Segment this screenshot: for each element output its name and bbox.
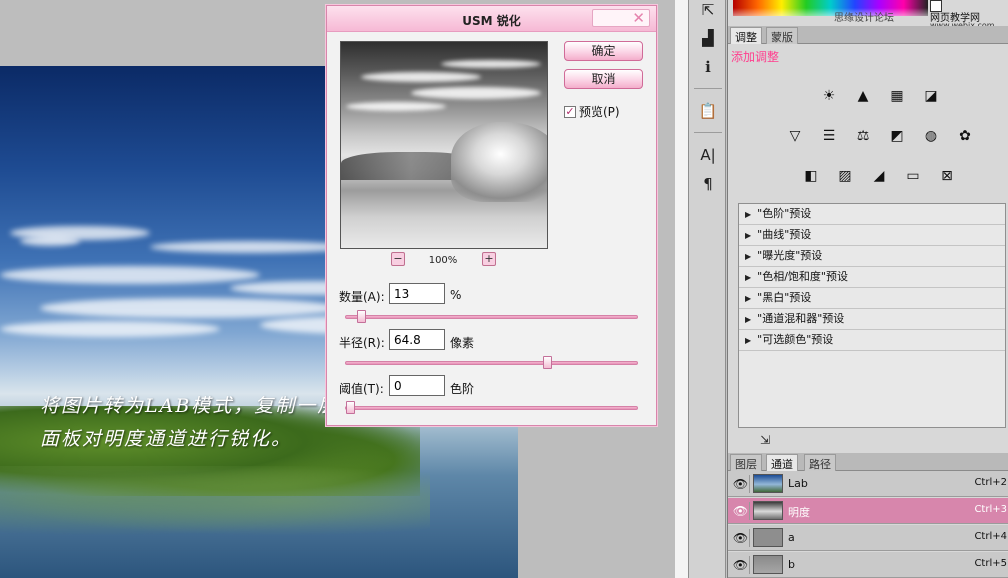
visibility-eye-icon[interactable]: 👁	[732, 556, 750, 574]
channel-shortcut: Ctrl+5	[974, 558, 1007, 569]
channel-shortcut: Ctrl+4	[974, 531, 1007, 542]
preset-hue-saturation[interactable]: ▶ "色相/饱和度"预设	[739, 267, 1005, 288]
ok-button[interactable]: 确定	[564, 41, 643, 61]
amount-label: 数量(A):	[339, 290, 385, 304]
threshold-slider-thumb[interactable]	[346, 401, 355, 414]
exposure-icon[interactable]: ◪	[920, 86, 942, 106]
zoom-out-button[interactable]: −	[391, 252, 405, 266]
zoom-level: 100%	[428, 255, 458, 266]
expand-arrow-icon: ▶	[745, 231, 752, 240]
histogram-icon[interactable]: ▟	[697, 28, 719, 48]
channel-row-lab[interactable]: 👁 Lab Ctrl+2	[728, 471, 1008, 497]
amount-slider-thumb[interactable]	[357, 310, 366, 323]
black-white-icon[interactable]: ◩	[886, 126, 908, 146]
preset-list: ▶ "色阶"预设 ▶ "曲线"预设 ▶ "曝光度"预设 ▶ "色相/饱和度"预设 ▶ "黑…	[738, 203, 1006, 428]
radius-slider[interactable]	[345, 356, 638, 369]
close-button[interactable]: ✕	[592, 9, 650, 27]
radius-slider-thumb[interactable]	[543, 356, 552, 369]
info-icon[interactable]: ℹ	[697, 57, 719, 77]
channel-name: b	[788, 558, 795, 571]
threshold-input[interactable]	[389, 375, 445, 396]
threshold-slider[interactable]	[345, 401, 638, 414]
radius-unit: 像素	[450, 336, 475, 350]
cancel-button[interactable]: 取消	[564, 69, 643, 89]
preset-exposure[interactable]: ▶ "曝光度"预设	[739, 246, 1005, 267]
radius-label: 半径(R):	[339, 336, 385, 350]
hue-saturation-icon[interactable]: ☰	[818, 126, 840, 146]
channel-thumbnail	[753, 474, 783, 493]
tab-masks[interactable]: 蒙版	[766, 27, 798, 44]
visibility-eye-icon[interactable]: 👁	[732, 475, 750, 493]
selective-color-icon[interactable]: ⊠	[936, 166, 958, 186]
channel-name: Lab	[788, 477, 808, 490]
add-adjustment-title: 添加调整	[731, 50, 780, 64]
levels-icon[interactable]: ▲	[852, 86, 874, 106]
threshold-label: 阈值(T):	[339, 382, 384, 396]
expand-arrow-icon: ▶	[745, 336, 752, 345]
brightness-icon[interactable]: ☀	[818, 86, 840, 106]
amount-input[interactable]	[389, 283, 445, 304]
caption-line-2: 面板对明度通道进行锐化。	[40, 428, 293, 450]
adjust-tabs: 调整 蒙版	[728, 26, 1008, 44]
preset-channel-mixer[interactable]: ▶ "通道混和器"预设	[739, 309, 1005, 330]
photo-filter-icon[interactable]: ◍	[920, 126, 942, 146]
paragraph-icon[interactable]: ¶	[697, 174, 719, 194]
expand-arrow-icon: ▶	[745, 252, 752, 261]
channel-name: a	[788, 531, 795, 544]
expand-arrow-icon: ▶	[745, 315, 752, 324]
channel-shortcut: Ctrl+3	[974, 504, 1007, 515]
amount-unit: %	[450, 288, 462, 302]
vibrance-icon[interactable]: ▽	[784, 126, 806, 146]
gradient-map-icon[interactable]: ▭	[902, 166, 924, 186]
close-icon: ✕	[632, 9, 645, 27]
channel-shortcut: Ctrl+2	[974, 477, 1007, 488]
preview-checkbox[interactable]: ✓ 预览(P)	[564, 103, 620, 120]
channel-thumbnail	[753, 528, 783, 547]
preview-image[interactable]	[340, 41, 548, 249]
dialog-titlebar[interactable]: USM 锐化 ✕	[327, 6, 656, 32]
channel-row-a[interactable]: 👁 a Ctrl+4	[728, 525, 1008, 551]
visibility-eye-icon[interactable]: 👁	[732, 529, 750, 547]
clipboard-icon[interactable]: 📋	[697, 101, 719, 121]
curves-icon[interactable]: ▦	[886, 86, 908, 106]
channel-name: 明度	[788, 506, 810, 519]
threshold-icon[interactable]: ◢	[868, 166, 890, 186]
preset-curves[interactable]: ▶ "曲线"预设	[739, 225, 1005, 246]
channel-row-b[interactable]: 👁 b Ctrl+5	[728, 552, 1008, 578]
zoom-in-button[interactable]: +	[482, 252, 496, 266]
character-icon[interactable]: A|	[697, 145, 719, 165]
tab-channels[interactable]: 通道	[766, 454, 798, 471]
threshold-unit: 色阶	[450, 382, 475, 396]
watermark-site-a: 思缘设计论坛	[834, 13, 894, 24]
amount-slider[interactable]	[345, 310, 638, 323]
tab-layers[interactable]: 图层	[730, 454, 762, 471]
preset-selective-color[interactable]: ▶ "可选颜色"预设	[739, 330, 1005, 351]
radius-input[interactable]	[389, 329, 445, 350]
layers-tabs: 图层 通道 路径	[728, 453, 1008, 471]
color-balance-icon[interactable]: ⚖	[852, 126, 874, 146]
channel-thumbnail	[753, 555, 783, 574]
channel-mixer-icon[interactable]: ✿	[954, 126, 976, 146]
unsharp-mask-dialog: USM 锐化 ✕ − 100% + 确定 取消 ✓ 预览(P) 数量(A): %…	[326, 5, 657, 426]
preview-label: 预览(P)	[579, 105, 620, 119]
preset-levels[interactable]: ▶ "色阶"预设	[739, 204, 1005, 225]
channel-row-lightness[interactable]: 👁 明度 Ctrl+3	[728, 498, 1008, 524]
preview-tree	[451, 122, 547, 202]
window-gap	[675, 0, 688, 578]
island-reflection	[0, 466, 430, 536]
invert-icon[interactable]: ◧	[800, 166, 822, 186]
visibility-eye-icon[interactable]: 👁	[732, 502, 750, 520]
tab-paths[interactable]: 路径	[804, 454, 836, 471]
checkmark-icon: ✓	[564, 104, 576, 118]
return-to-list-icon[interactable]: ⇲	[760, 433, 770, 447]
move-tool-icon[interactable]: ⇱	[697, 0, 719, 20]
preset-black-white[interactable]: ▶ "黑白"预设	[739, 288, 1005, 309]
expand-arrow-icon: ▶	[745, 294, 752, 303]
expand-arrow-icon: ▶	[745, 273, 752, 282]
posterize-icon[interactable]: ▨	[834, 166, 856, 186]
channel-thumbnail	[753, 501, 783, 520]
tab-adjustments[interactable]: 调整	[730, 27, 762, 44]
panel-dock-toolbar: ⇱ ▟ ℹ 📋 A| ¶	[688, 0, 726, 578]
expand-arrow-icon: ▶	[745, 210, 752, 219]
